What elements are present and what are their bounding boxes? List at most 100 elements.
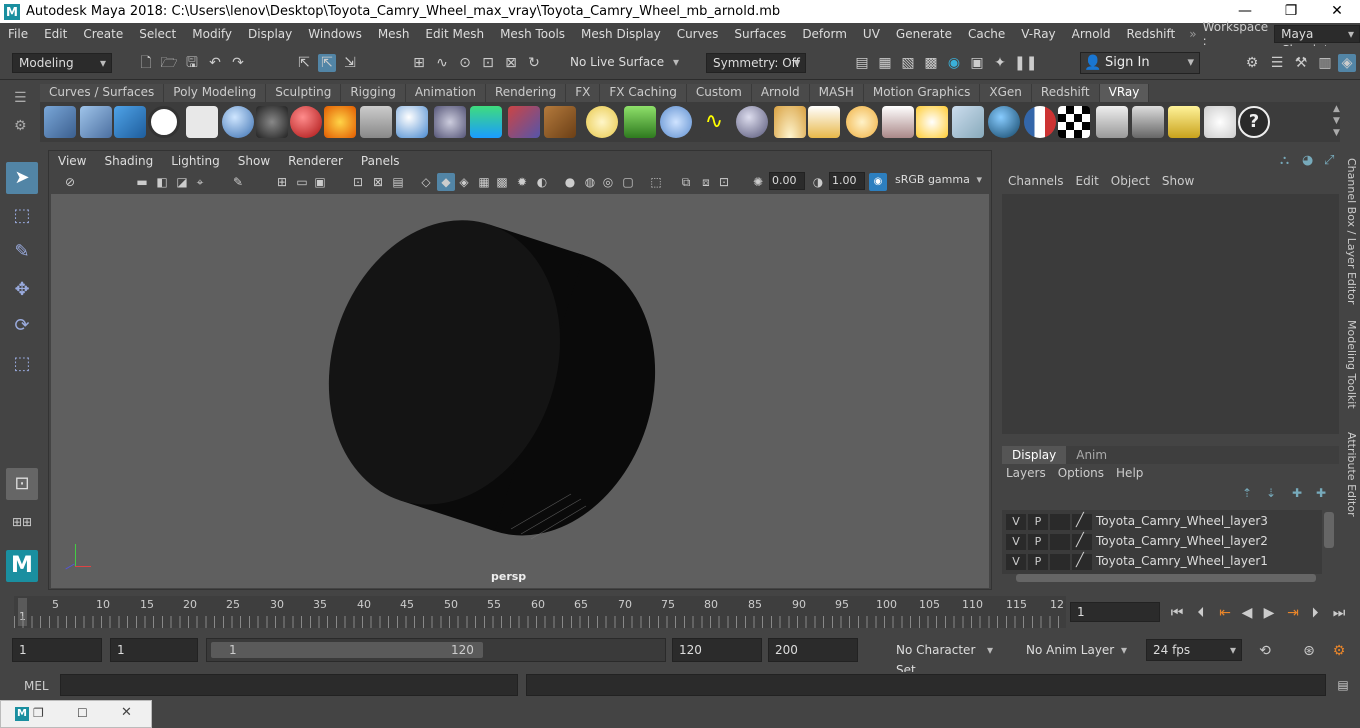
shelf-tab-sculpting[interactable]: Sculpting	[266, 84, 342, 102]
anim-layer-dropdown[interactable]: No Anim Layer	[1006, 640, 1132, 662]
viewport-menu-show[interactable]: Show	[229, 154, 279, 168]
select-object-icon[interactable]: ⇱	[318, 54, 336, 72]
color-management-icon[interactable]: ◉	[869, 173, 887, 191]
vray-env-icon[interactable]	[470, 106, 502, 138]
menu-cache[interactable]: Cache	[960, 27, 1013, 41]
single-view-icon[interactable]: ⊡	[6, 468, 38, 500]
script-language-button[interactable]: MEL	[24, 679, 49, 693]
render-settings-icon[interactable]: ▩	[922, 54, 940, 72]
depth-of-field-icon[interactable]: ▢	[619, 173, 637, 191]
shelf-tab-vray[interactable]: VRay	[1099, 84, 1150, 102]
vray-sun-icon[interactable]	[774, 106, 806, 138]
wireframe-on-shaded-icon[interactable]: ◈	[455, 173, 473, 191]
viewport-menu-lighting[interactable]: Lighting	[162, 154, 229, 168]
maximize-button[interactable]: ❐	[1268, 0, 1314, 23]
tool-settings-icon[interactable]: ⚒	[1292, 54, 1310, 72]
snap-grid-icon[interactable]: ⊞	[410, 54, 428, 72]
vray-dome-icon[interactable]	[586, 106, 618, 138]
menu-mesh-tools[interactable]: Mesh Tools	[492, 27, 573, 41]
motion-blur-icon[interactable]: ◍	[581, 173, 599, 191]
time-slider-track[interactable]: 1 5 10 15 20 25 30 35 40 45 50 55 60 65 …	[14, 596, 1066, 628]
mode-dropdown[interactable]: Modeling	[12, 53, 112, 73]
bookmark-icon[interactable]: ◧	[153, 173, 171, 191]
channel-menu-show[interactable]: Show	[1156, 174, 1200, 188]
shelf-tab-poly-modeling[interactable]: Poly Modeling	[164, 84, 267, 102]
layer-row[interactable]: V P ╱ Toyota_Camry_Wheel_layer2	[1006, 532, 1322, 551]
close-icon[interactable]: ✕	[121, 705, 132, 720]
shelf-scroll-up-icon[interactable]: ▲	[1333, 104, 1340, 114]
symmetry-dropdown[interactable]: Symmetry: Off	[706, 53, 806, 73]
layer-menu-help[interactable]: Help	[1112, 466, 1147, 480]
vray-wood-icon[interactable]	[544, 106, 576, 138]
menu-windows[interactable]: Windows	[300, 27, 370, 41]
image-plane-icon[interactable]: ◪	[173, 173, 191, 191]
color-space-dropdown[interactable]: sRGB gamma	[889, 172, 987, 190]
gamma-field[interactable]: 1.00	[829, 172, 865, 190]
pause-viewport-icon[interactable]: ❚❚	[1014, 54, 1037, 72]
film-gate-icon[interactable]: ▭	[293, 173, 311, 191]
attribute-toggle-icon[interactable]: ◕	[1302, 153, 1313, 168]
maximize-icon[interactable]: ☐	[77, 706, 88, 720]
vray-sphere-light-icon[interactable]	[736, 106, 768, 138]
vray-plane-icon[interactable]	[360, 106, 392, 138]
layer-tab-anim[interactable]: Anim	[1066, 446, 1117, 464]
tab-channel-box-layer-editor[interactable]: Channel Box / Layer Editor	[1342, 158, 1360, 305]
scale-tool-icon[interactable]: ⬚	[6, 348, 38, 380]
rotate-tool-icon[interactable]: ⟳	[6, 310, 38, 342]
wheel-model[interactable]	[51, 194, 989, 588]
layer-visibility-toggle[interactable]: V	[1006, 514, 1026, 530]
viewport-menu-shading[interactable]: Shading	[95, 154, 162, 168]
render-view-icon[interactable]: ▤	[853, 54, 871, 72]
command-input[interactable]	[60, 674, 518, 696]
current-frame-field[interactable]: 1	[1070, 602, 1160, 622]
layer-name[interactable]: Toyota_Camry_Wheel_layer3	[1096, 514, 1268, 528]
vray-settings-icon[interactable]	[186, 106, 218, 138]
channel-box-icon[interactable]: ▥	[1316, 54, 1334, 72]
vray-blue-sphere-icon[interactable]	[988, 106, 1020, 138]
vray-checker-icon[interactable]	[1058, 106, 1090, 138]
new-scene-icon[interactable]: 🗋	[137, 54, 155, 72]
go-to-start-icon[interactable]: ⏮	[1168, 604, 1186, 622]
xray-active-icon[interactable]: ⧈	[697, 173, 715, 191]
save-scene-icon[interactable]: 🖫	[183, 54, 201, 72]
vray-omni-light-icon[interactable]	[846, 106, 878, 138]
vray-frame-buffer-icon[interactable]	[114, 106, 146, 138]
layer-row[interactable]: V P ╱ Toyota_Camry_Wheel_layer1	[1006, 552, 1322, 571]
isolate-select-icon[interactable]: ⬚	[647, 173, 665, 191]
layer-type-toggle[interactable]	[1050, 534, 1070, 550]
shelf-menu-arrow-icon[interactable]: ▼	[1333, 128, 1340, 138]
layer-visibility-toggle[interactable]: V	[1006, 534, 1026, 550]
playback-end-field[interactable]: 120	[672, 638, 762, 662]
live-surface-dropdown[interactable]: No Live Surface	[564, 53, 684, 73]
menu-select[interactable]: Select	[131, 27, 184, 41]
vray-grass-icon[interactable]	[624, 106, 656, 138]
menu-uv[interactable]: UV	[855, 27, 888, 41]
shelf-tab-curves-surfaces[interactable]: Curves / Surfaces	[40, 84, 165, 102]
layer-editor-icon[interactable]: ◈	[1338, 54, 1356, 72]
lasso-tool-icon[interactable]: ⬚	[6, 200, 38, 232]
menu-file[interactable]: File	[0, 27, 36, 41]
menu-display[interactable]: Display	[240, 27, 300, 41]
menu-surfaces[interactable]: Surfaces	[726, 27, 794, 41]
tool-settings-toggle-icon[interactable]: ⤢	[1324, 153, 1334, 168]
menu-curves[interactable]: Curves	[669, 27, 727, 41]
workspace-dropdown[interactable]: Maya Classic*	[1274, 24, 1360, 57]
select-component-icon[interactable]: ⇲	[341, 54, 359, 72]
vray-fur-icon[interactable]	[508, 106, 540, 138]
close-button[interactable]: ✕	[1314, 0, 1360, 23]
play-forwards-icon[interactable]: ▶	[1260, 604, 1278, 622]
shelf-tab-fx-caching[interactable]: FX Caching	[600, 84, 687, 102]
exposure-field[interactable]: 0.00	[769, 172, 805, 190]
menu-arnold[interactable]: Arnold	[1064, 27, 1119, 41]
tab-attribute-editor[interactable]: Attribute Editor	[1342, 432, 1360, 517]
shelf-tab-rigging[interactable]: Rigging	[341, 84, 406, 102]
step-forward-key-icon[interactable]: ⇥	[1284, 604, 1302, 622]
attribute-editor-icon[interactable]: ☰	[1268, 54, 1286, 72]
menu-create[interactable]: Create	[75, 27, 131, 41]
exposure-icon[interactable]: ✺	[749, 173, 767, 191]
open-scene-icon[interactable]: 🗁	[160, 54, 178, 72]
undo-icon[interactable]: ↶	[206, 54, 224, 72]
paint-select-tool-icon[interactable]: ✎	[6, 236, 38, 268]
four-view-icon[interactable]: ⊞⊞	[6, 506, 38, 538]
render-frame-icon[interactable]: ▦	[876, 54, 894, 72]
